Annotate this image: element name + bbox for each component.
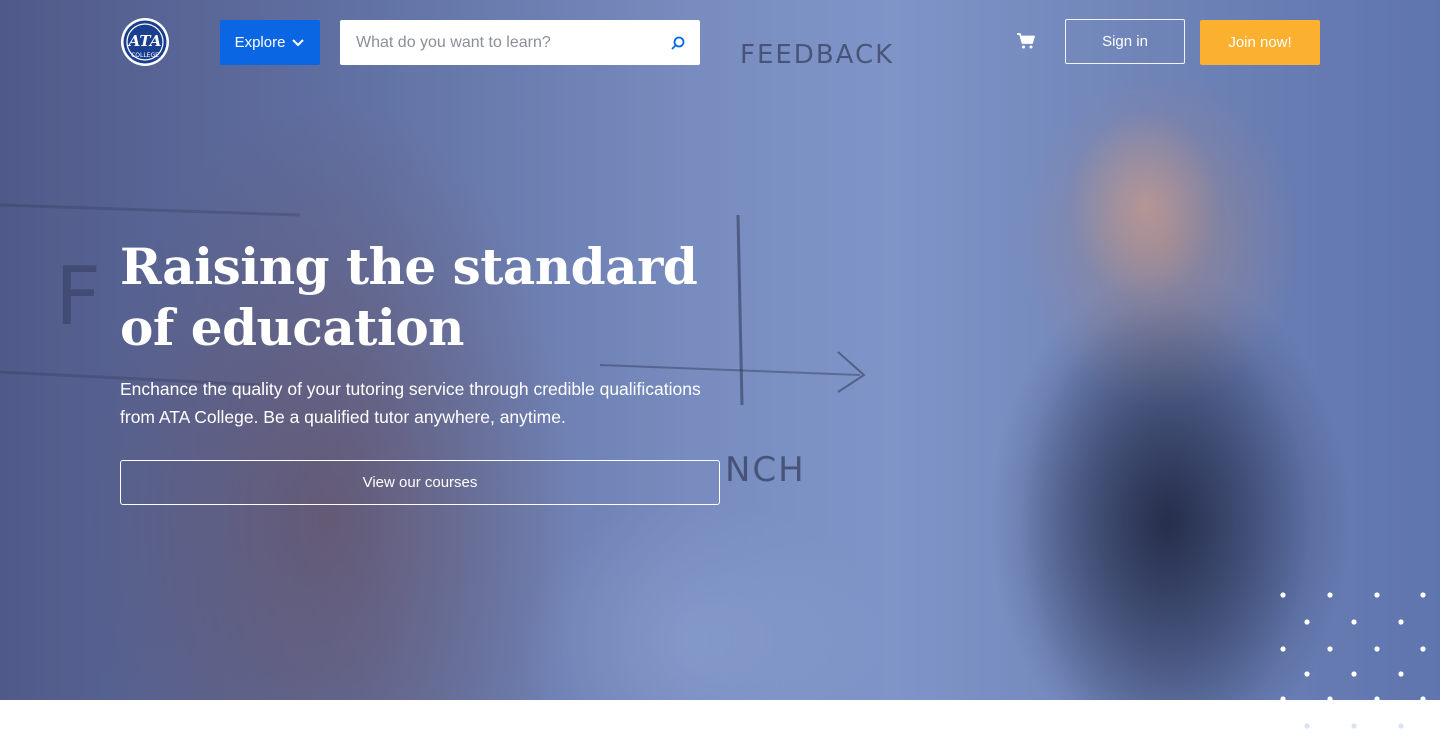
- logo-text-top: ATA: [127, 32, 162, 50]
- sign-in-label: Sign in: [1102, 33, 1148, 50]
- join-now-button[interactable]: Join now!: [1200, 20, 1320, 65]
- ata-college-logo[interactable]: ATA COLLEGE: [120, 17, 170, 67]
- hero-subtitle: Enchance the quality of your tutoring se…: [120, 379, 701, 427]
- shopping-cart-icon[interactable]: [1016, 32, 1036, 50]
- search-bar: [340, 20, 700, 65]
- logo-emblem-icon: ATA COLLEGE: [121, 18, 169, 66]
- view-courses-label: View our courses: [362, 474, 478, 491]
- view-courses-button[interactable]: View our courses: [120, 460, 720, 505]
- hero-title: Raising the standard of education: [120, 237, 698, 357]
- search-input[interactable]: [340, 20, 656, 65]
- decorative-dot-grid: [1280, 592, 1426, 729]
- sign-in-button[interactable]: Sign in: [1065, 19, 1185, 64]
- join-now-label: Join now!: [1228, 34, 1292, 51]
- search-icon[interactable]: [656, 20, 700, 65]
- logo-text-bottom: COLLEGE: [131, 52, 159, 59]
- chevron-down-icon: [292, 38, 305, 46]
- explore-button[interactable]: Explore: [220, 20, 320, 65]
- explore-label: Explore: [234, 34, 286, 51]
